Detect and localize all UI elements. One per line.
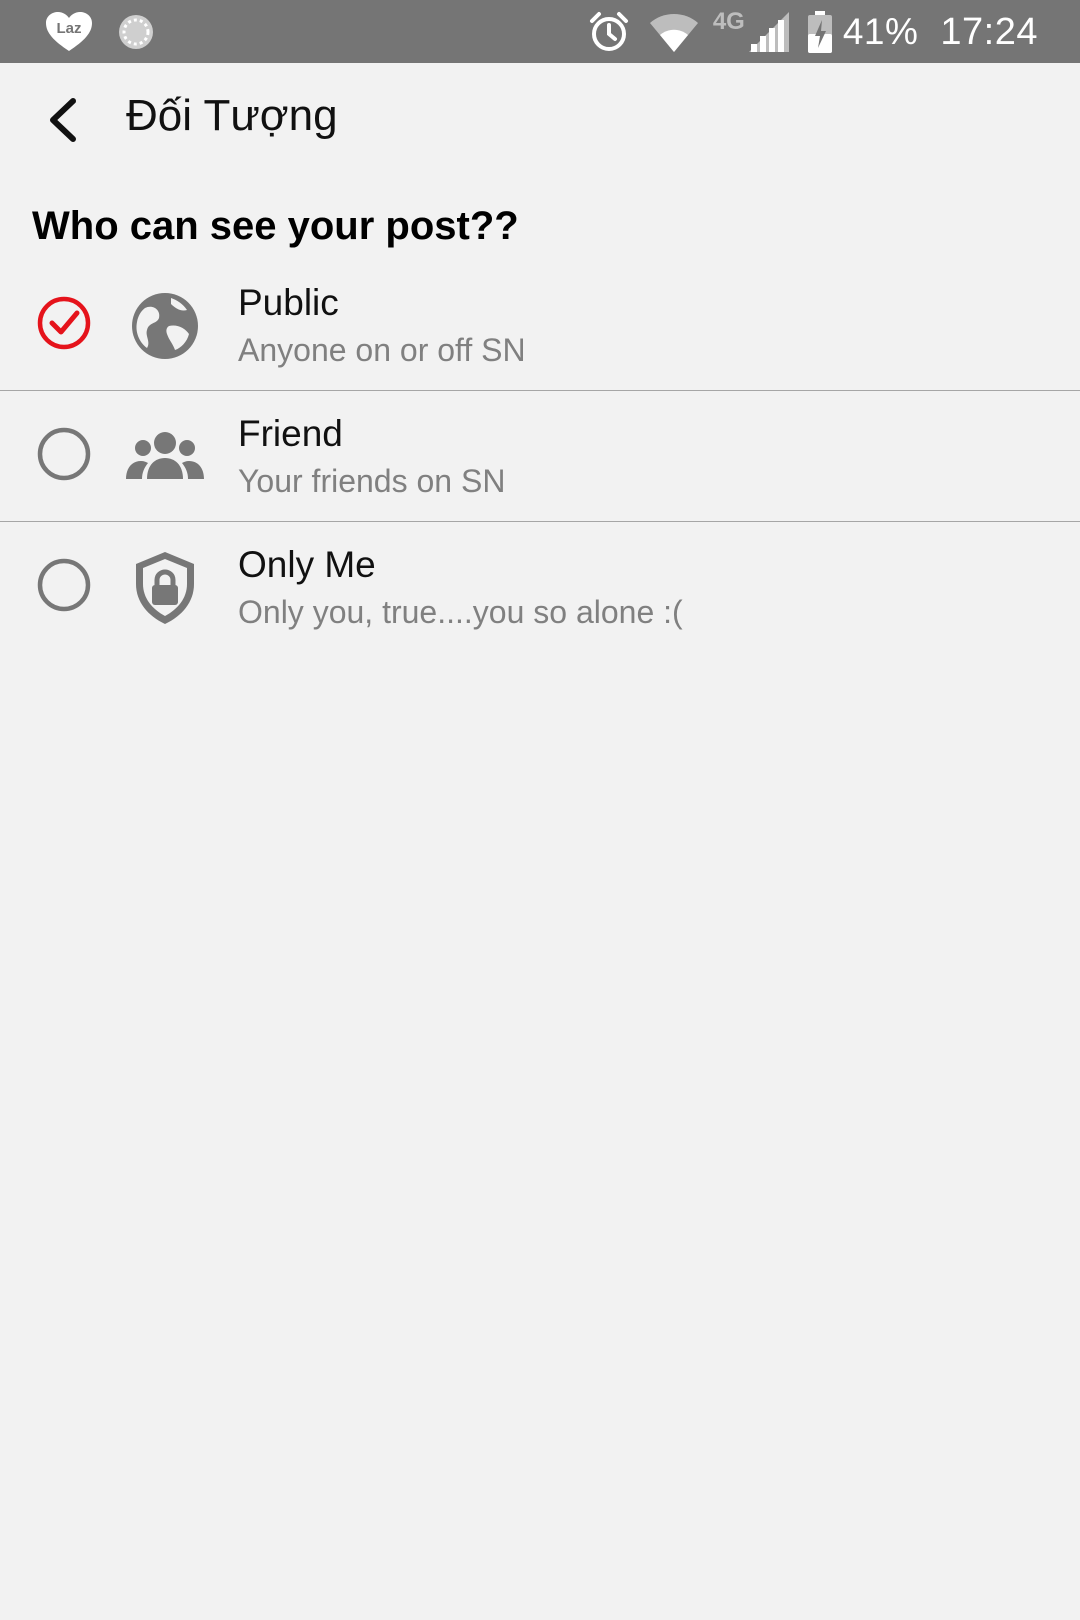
- friends-icon: [126, 432, 204, 479]
- radio-checked-icon[interactable]: [37, 296, 91, 350]
- status-bar-left: Laz: [44, 8, 156, 56]
- option-subtitle: Only you, true....you so alone :(: [238, 594, 683, 630]
- radio-unchecked-icon[interactable]: [37, 427, 91, 481]
- globe-icon: [132, 293, 198, 359]
- back-button[interactable]: [28, 85, 98, 155]
- option-title: Only Me: [238, 544, 376, 585]
- option-subtitle: Your friends on SN: [238, 463, 506, 499]
- status-bar: Laz 4G 41% 17:24: [0, 0, 1080, 63]
- wifi-icon: [649, 10, 699, 54]
- svg-text:Laz: Laz: [56, 20, 81, 37]
- spinner-icon: [116, 12, 156, 52]
- option-subtitle: Anyone on or off SN: [238, 332, 526, 368]
- shield-lock-icon: [136, 552, 194, 624]
- audience-option-friend[interactable]: Friend Your friends on SN: [0, 391, 1080, 522]
- page-title: Đối Tượng: [126, 91, 338, 140]
- battery-icon: [807, 10, 833, 54]
- audience-options-list: Public Anyone on or off SN Friend Your f…: [0, 260, 1080, 653]
- audience-option-public[interactable]: Public Anyone on or off SN: [0, 260, 1080, 391]
- radio-unchecked-icon[interactable]: [37, 558, 91, 612]
- battery-percent: 41%: [842, 11, 919, 52]
- signal-icon: [747, 10, 793, 54]
- option-title: Friend: [238, 413, 343, 454]
- audience-option-only-me[interactable]: Only Me Only you, true....you so alone :…: [0, 522, 1080, 653]
- status-bar-right: 4G 41% 17:24: [587, 6, 1038, 58]
- network-type-label: 4G: [712, 8, 745, 35]
- audience-heading: Who can see your post??: [32, 204, 519, 248]
- option-title: Public: [238, 282, 339, 323]
- arrow-back-icon: [50, 98, 76, 142]
- app-bar: Đối Tượng: [0, 63, 1080, 179]
- laz-icon: Laz: [44, 11, 94, 53]
- alarm-icon: [587, 10, 631, 54]
- status-clock: 17:24: [940, 10, 1038, 53]
